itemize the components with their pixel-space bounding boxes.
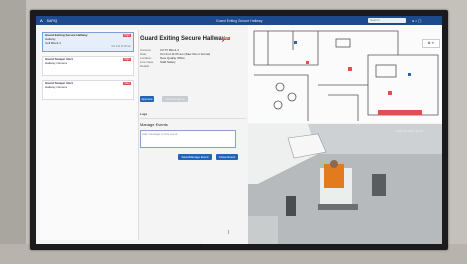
divider [140,118,246,119]
event-time: Oct 2nd 11:05 am [111,45,131,48]
floor-plan-drawing [253,30,439,121]
manage-events-heading: Manage Events [140,122,168,127]
user-icon[interactable]: ● ○ ▢ [412,19,421,23]
floor-plan-map[interactable]: ✿ ✕ [248,25,442,123]
priority-badge: High [122,58,131,61]
search-input[interactable]: Search [368,18,406,23]
field-label: Details [140,64,150,68]
camera-overlay: CAM 04 2024-10-02 [396,129,424,133]
event-subtitle: Hallway Camera [45,61,68,65]
event-subtitle: Hallway Camera [45,85,68,89]
save-event-button[interactable]: Save/Manage Event [178,154,212,160]
mouse-cursor-icon: I [228,230,230,236]
map-controls[interactable]: ✿ ✕ [422,39,440,48]
field-row: Details [140,64,210,68]
close-event-button[interactable]: Close Event [216,154,238,160]
event-note-input[interactable]: Add message to this event... [140,130,236,148]
event-list-item[interactable]: High Guard Tamper Alert Hallway Camera [42,56,134,76]
event-fields: Camera CCTV Block 4 Date Oct 2nd 11:05 a… [140,48,210,68]
field-value: Staff Safety [160,60,176,64]
priority-badge: High [122,34,131,37]
approve-button[interactable]: Approve [140,96,154,102]
dismiss-button[interactable]: Dismiss Event [162,96,188,102]
screen: Λ SAFIQ Guard Exiting Secure Hallway Sea… [36,16,442,244]
priority-badge: High [222,37,231,40]
event-list-item[interactable]: Med Guard Tamper Alert Hallway Camera [42,80,134,100]
event-list-item[interactable]: High Guard Exiting Secure Hallway Hallwa… [42,32,134,52]
event-list: High Guard Exiting Secure Hallway Hallwa… [40,30,139,240]
event-detail: Guard Exiting Secure Hallway High Camera… [140,30,246,240]
tv-brand-logo: ◦ [200,241,201,244]
logs-tab[interactable]: Logs [140,112,147,116]
priority-badge: Med [123,82,131,85]
event-detail-title: Guard Exiting Secure Hallway [140,36,226,42]
camera-feed[interactable]: CAM 04 2024-10-02 [248,124,442,244]
app-name: SAFIQ [46,18,58,23]
app-logo-icon: Λ [40,18,43,23]
camera-image [248,124,442,244]
top-bar: Λ SAFIQ Guard Exiting Secure Hallway Sea… [36,16,442,25]
wall-left [0,0,26,264]
window-title: Guard Exiting Secure Hallway [216,18,263,23]
